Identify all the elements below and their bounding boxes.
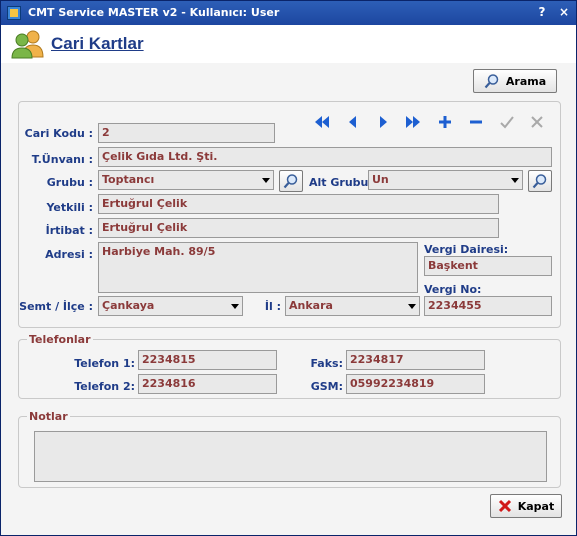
next-record-button[interactable] — [373, 113, 393, 131]
phones-group: Telefonlar Telefon 1: 2234815 Telefon 2:… — [18, 333, 561, 399]
last-record-button[interactable] — [403, 113, 423, 131]
close-button[interactable]: Kapat — [490, 494, 562, 518]
previous-record-icon — [349, 116, 356, 128]
red-x-icon — [498, 499, 511, 513]
gsm-label: GSM: — [310, 380, 343, 393]
magnifier-icon — [484, 74, 499, 89]
irtibat-label: İrtibat : — [45, 224, 93, 237]
telefon1-label: Telefon 1: — [74, 357, 135, 370]
telefon2-label: Telefon 2: — [74, 380, 135, 393]
window-title: CMT Service MASTER v2 - Kullanıcı: User — [28, 6, 280, 19]
search-button[interactable]: Arama — [473, 69, 557, 93]
adres-field[interactable]: Harbiye Mah. 89/5 — [98, 242, 418, 293]
grubu-search-button[interactable] — [279, 170, 303, 192]
adres-label: Adresi : — [45, 248, 93, 261]
il-select[interactable]: Ankara — [285, 296, 420, 316]
users-icon — [11, 30, 44, 59]
il-value: Ankara — [289, 299, 333, 312]
search-button-label: Arama — [505, 74, 547, 88]
chevron-down-icon — [408, 304, 416, 309]
notes-group: Notlar — [18, 410, 561, 488]
help-button[interactable]: ? — [535, 5, 549, 20]
card-details-group: Cari Kodu : 2 T.Ünvanı : Çelik Gıda Ltd.… — [18, 101, 561, 328]
page-header: Cari Kartlar — [1, 25, 576, 63]
remove-record-button[interactable] — [466, 113, 486, 131]
last-record-icon — [406, 116, 420, 128]
grubu-value: Toptancı — [102, 173, 155, 186]
telefon2-field[interactable]: 2234816 — [138, 374, 277, 394]
cari-kodu-field[interactable]: 2 — [98, 123, 275, 143]
vergi-no-field[interactable]: 2234455 — [424, 296, 552, 316]
alt-grubu-label: Alt Grubu : — [309, 176, 377, 189]
chevron-down-icon — [511, 178, 519, 183]
confirm-icon — [500, 116, 514, 129]
add-icon — [439, 116, 451, 128]
page-title: Cari Kartlar — [51, 34, 144, 53]
semt-value: Çankaya — [102, 299, 155, 312]
alt-grubu-search-button[interactable] — [528, 170, 552, 192]
magnifier-icon — [532, 174, 547, 189]
app-icon — [7, 6, 21, 20]
il-label: İl : — [264, 300, 281, 313]
vergi-dairesi-field[interactable]: Başkent — [424, 256, 552, 276]
grubu-label: Grubu : — [46, 176, 93, 189]
cancel-icon — [531, 116, 543, 128]
first-record-icon — [315, 116, 329, 128]
telefon1-field[interactable]: 2234815 — [138, 350, 277, 370]
unvan-field[interactable]: Çelik Gıda Ltd. Şti. — [98, 147, 552, 167]
cari-kodu-label: Cari Kodu : — [24, 127, 93, 140]
alt-grubu-value: Un — [372, 173, 389, 186]
notes-legend: Notlar — [27, 410, 70, 423]
chevron-down-icon — [231, 304, 239, 309]
chevron-down-icon — [262, 178, 270, 183]
title-bar[interactable]: CMT Service MASTER v2 - Kullanıcı: User … — [1, 1, 576, 25]
magnifier-icon — [283, 174, 298, 189]
notes-field[interactable] — [34, 431, 547, 482]
first-record-button[interactable] — [312, 113, 332, 131]
yetkili-label: Yetkili : — [46, 201, 93, 214]
faks-field[interactable]: 2234817 — [346, 350, 485, 370]
gsm-field[interactable]: 05992234819 — [346, 374, 485, 394]
unvan-label: T.Ünvanı : — [31, 153, 93, 166]
faks-label: Faks: — [310, 357, 343, 370]
remove-icon — [470, 120, 482, 124]
main-window: CMT Service MASTER v2 - Kullanıcı: User … — [0, 0, 577, 536]
phones-legend: Telefonlar — [27, 333, 93, 346]
irtibat-field[interactable]: Ertuğrul Çelik — [98, 218, 499, 238]
previous-record-button[interactable] — [343, 113, 363, 131]
cancel-record-button[interactable] — [527, 113, 547, 131]
next-record-icon — [380, 116, 387, 128]
confirm-record-button[interactable] — [497, 113, 517, 131]
yetkili-field[interactable]: Ertuğrul Çelik — [98, 194, 499, 214]
vergi-dairesi-label: Vergi Dairesi: — [424, 243, 509, 256]
vergi-no-label: Vergi No: — [424, 283, 482, 296]
close-window-button[interactable]: × — [557, 5, 571, 20]
close-button-label: Kapat — [517, 499, 555, 513]
semt-select[interactable]: Çankaya — [98, 296, 243, 316]
semt-label: Semt / İlçe : — [19, 300, 93, 313]
grubu-select[interactable]: Toptancı — [98, 170, 274, 190]
add-record-button[interactable] — [435, 113, 455, 131]
alt-grubu-select[interactable]: Un — [368, 170, 523, 190]
content-area: Arama Cari Kodu: 2 T.Ünvanı: Çelik Gıd… — [5, 63, 572, 533]
